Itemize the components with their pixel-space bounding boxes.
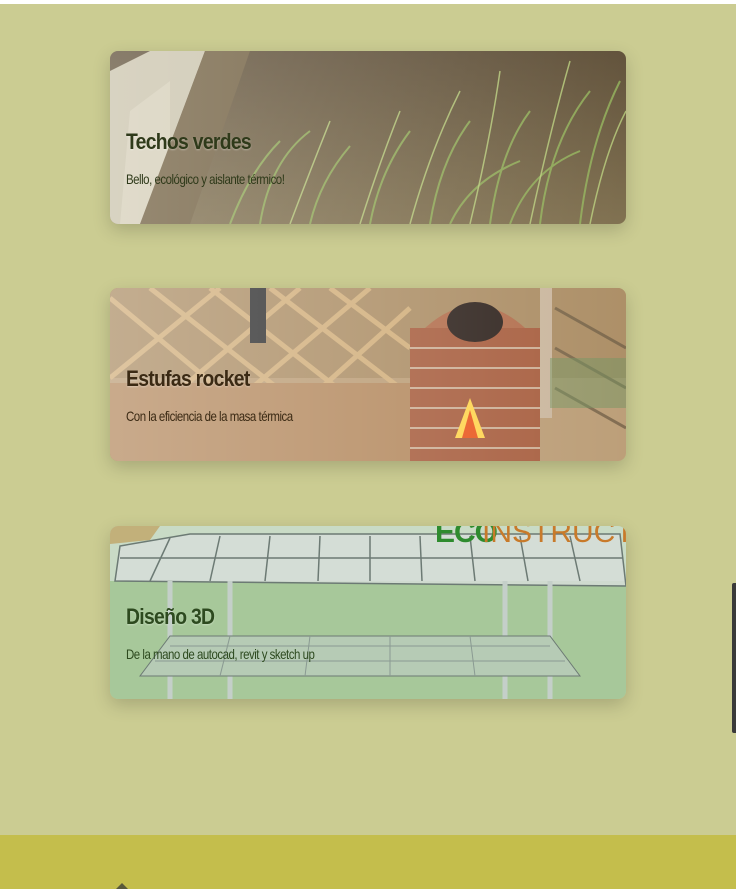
card-subtitle: De la mano de autocad, revit y sketch up (126, 646, 315, 662)
card-subtitle: Con la eficiencia de la masa térmica (126, 408, 293, 424)
card-subtitle: Bello, ecológico y aislante térmico! (126, 171, 285, 187)
card-techos-verdes[interactable]: Techos verdes Bello, ecológico y aislant… (110, 51, 626, 224)
footer (0, 835, 736, 889)
card-title: Diseño 3D (126, 604, 215, 629)
card-diseno-3d[interactable]: ECO INSTRUCTIVA Diseño 3D De la mano de … (110, 526, 626, 699)
top-bar (0, 0, 736, 4)
card-estufas-rocket[interactable]: Estufas rocket Con la eficiencia de la m… (110, 288, 626, 461)
svg-text:INSTRUCTIVA: INSTRUCTIVA (482, 526, 626, 549)
card-title: Estufas rocket (126, 366, 250, 391)
footer-logo-icon (116, 883, 128, 889)
card-title: Techos verdes (126, 129, 252, 154)
scrollbar[interactable] (732, 583, 736, 733)
